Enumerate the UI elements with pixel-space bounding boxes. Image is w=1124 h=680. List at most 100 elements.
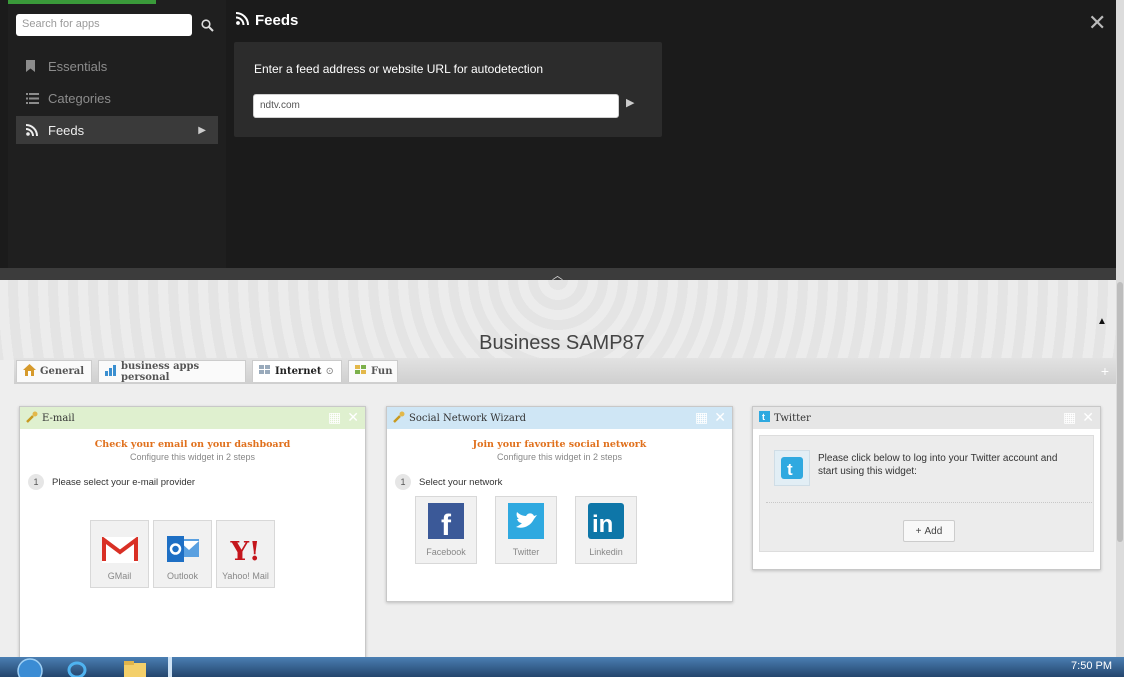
- move-icon[interactable]: ▦: [1063, 410, 1076, 426]
- wrench-icon: [26, 411, 38, 426]
- plus-icon: +: [915, 525, 922, 537]
- chevron-right-icon: ▶: [198, 124, 206, 136]
- network-list: f Facebook Twitter in Linkedin: [415, 496, 732, 564]
- accent-bar: [8, 0, 156, 4]
- twitter-icon: t: [759, 411, 770, 425]
- linkedin-icon: in: [588, 503, 624, 541]
- twitter-bird-icon: [508, 503, 544, 541]
- tab-label: Internet: [275, 366, 322, 377]
- widget-title: E-mail: [42, 412, 75, 424]
- close-widget-icon[interactable]: ✕: [1082, 410, 1094, 426]
- divider: [766, 502, 1092, 503]
- twitter-logo-icon: t: [774, 450, 810, 486]
- widget-title: Social Network Wizard: [409, 412, 527, 424]
- feed-url-box: [253, 94, 619, 118]
- list-icon: [26, 92, 40, 104]
- collapse-bar[interactable]: ︿: [0, 268, 1116, 282]
- home-icon: [23, 364, 36, 379]
- tab-options-icon[interactable]: ⊙: [325, 366, 333, 377]
- tab-label: General: [40, 366, 85, 377]
- step-number: 1: [28, 474, 44, 490]
- provider-gmail[interactable]: GMail: [90, 520, 149, 588]
- sidebar-item-categories[interactable]: Categories: [16, 84, 218, 112]
- tab-bar: General business apps personal Internet …: [14, 358, 1116, 384]
- add-button[interactable]: + Add: [903, 520, 955, 542]
- close-widget-icon[interactable]: ✕: [347, 410, 359, 426]
- sidebar-item-label: Categories: [48, 90, 111, 106]
- dashboard-title: Business SAMP87: [479, 332, 645, 354]
- scrollbar-thumb[interactable]: [1117, 282, 1123, 542]
- internet-explorer-icon[interactable]: [66, 659, 88, 679]
- start-button-icon[interactable]: [10, 657, 50, 680]
- move-icon[interactable]: ▦: [328, 410, 341, 426]
- tab-internet[interactable]: Internet ⊙: [252, 360, 342, 382]
- twitter-widget-header[interactable]: t Twitter ▦ ✕: [753, 407, 1100, 429]
- sidebar-item-label: Feeds: [48, 122, 85, 138]
- grid-icon: [259, 365, 271, 378]
- add-button-label: Add: [924, 525, 943, 537]
- wrench-icon: [393, 411, 405, 426]
- page-scrollbar[interactable]: [1116, 0, 1124, 657]
- move-icon[interactable]: ▦: [695, 410, 708, 426]
- step-number: 1: [395, 474, 411, 490]
- close-widget-icon[interactable]: ✕: [714, 410, 726, 426]
- svg-text:t: t: [787, 460, 793, 479]
- system-clock[interactable]: 7:50 PM: [1071, 660, 1112, 672]
- provider-outlook[interactable]: Outlook: [153, 520, 212, 588]
- twitter-widget: t Twitter ▦ ✕ t Please click below to log…: [752, 406, 1101, 570]
- bookmark-icon: [26, 60, 40, 72]
- widget-subline: Configure this widget in 2 steps: [129, 452, 256, 462]
- close-icon[interactable]: ✕: [1088, 12, 1106, 34]
- feed-url-input[interactable]: [254, 95, 616, 115]
- tab-general[interactable]: General: [16, 360, 92, 382]
- bar-chart-icon: [105, 364, 117, 379]
- feed-form: Enter a feed address or website URL for …: [234, 42, 662, 137]
- email-widget-header[interactable]: E-mail ▦ ✕: [20, 407, 365, 429]
- panel-title: Feeds: [235, 12, 299, 29]
- gmail-icon: [101, 536, 138, 565]
- social-widget: Social Network Wizard ▦ ✕ Join your favor…: [386, 406, 733, 602]
- tab-business-apps-personal[interactable]: business apps personal: [98, 360, 246, 383]
- provider-list: GMail Outlook Y! Yahoo! Mail: [90, 520, 365, 588]
- network-label: Facebook: [426, 547, 466, 557]
- network-facebook[interactable]: f Facebook: [415, 496, 477, 564]
- network-label: Twitter: [512, 547, 540, 557]
- step-label: Please select your e-mail provider: [52, 476, 196, 488]
- sidebar-item-feeds[interactable]: Feeds ▶: [16, 116, 218, 144]
- rss-icon: [26, 124, 40, 136]
- tab-fun[interactable]: Fun: [348, 360, 398, 382]
- social-widget-header[interactable]: Social Network Wizard ▦ ✕: [387, 407, 732, 429]
- step-row: 1 Select your network: [395, 474, 732, 490]
- tab-label: Fun: [371, 366, 393, 377]
- widget-title: Twitter: [774, 412, 811, 424]
- outlook-icon: [165, 535, 201, 565]
- step-row: 1 Please select your e-mail provider: [28, 474, 365, 490]
- network-label: Linkedin: [589, 547, 623, 557]
- file-explorer-icon[interactable]: [118, 659, 152, 677]
- search-input[interactable]: [16, 14, 188, 34]
- provider-label: Outlook: [166, 571, 199, 581]
- windows-taskbar: 7:50 PM: [0, 657, 1124, 680]
- collapse-triangle-icon[interactable]: ▲: [1097, 316, 1107, 327]
- search-icon[interactable]: [196, 14, 218, 36]
- add-tab-button[interactable]: +: [1096, 362, 1114, 380]
- svg-text:in: in: [592, 511, 613, 538]
- svg-text:t: t: [762, 412, 765, 422]
- facebook-icon: f: [428, 503, 464, 542]
- twitter-message: Please click below to log into your Twit…: [818, 453, 1058, 477]
- submit-arrow-icon[interactable]: ▶: [626, 96, 634, 109]
- network-twitter[interactable]: Twitter: [495, 496, 557, 564]
- feed-prompt: Enter a feed address or website URL for …: [254, 62, 544, 76]
- grid-icon: [355, 365, 367, 378]
- provider-label: GMail: [107, 571, 132, 581]
- panel-title-text: Feeds: [255, 12, 299, 29]
- email-widget: E-mail ▦ ✕ Check your email on your dashb…: [19, 406, 366, 659]
- provider-label: Yahoo! Mail: [222, 571, 269, 581]
- step-label: Select your network: [419, 476, 503, 488]
- yahoo-icon: Y!: [230, 537, 261, 567]
- sidebar-item-label: Essentials: [48, 58, 108, 74]
- network-linkedin[interactable]: in Linkedin: [575, 496, 637, 564]
- sidebar-item-essentials[interactable]: Essentials: [16, 52, 218, 80]
- provider-yahoo[interactable]: Y! Yahoo! Mail: [216, 520, 275, 588]
- rss-icon: [235, 12, 249, 29]
